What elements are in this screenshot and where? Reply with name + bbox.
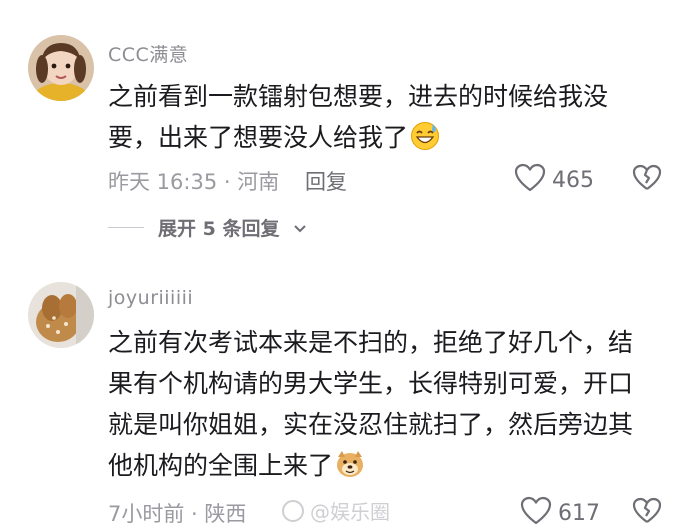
comment-text-line: 他机构的全围上来了 [108, 445, 668, 486]
expand-divider-line [108, 226, 144, 229]
broken-heart-icon [632, 497, 662, 529]
comment-meta: 7小时前 · 陕西 [108, 502, 247, 526]
avatar[interactable] [28, 35, 94, 101]
comment-text-line: 之前有次考试本来是不扫的，拒绝了好几个，结 [108, 328, 634, 357]
comment-text-line: 要，出来了想要没人给我了 [108, 117, 668, 158]
like-button[interactable]: 617 [520, 496, 600, 530]
watermark-logo-icon [282, 499, 304, 522]
expand-replies-button[interactable]: 展开 5 条回复 [108, 214, 307, 241]
comment-text: 之前有次考试本来是不扫的，拒绝了好几个，结 果有个机构请的男大学生，长得特别可爱… [108, 322, 668, 486]
sweat-smile-emoji [410, 121, 440, 151]
broken-heart-icon [632, 164, 662, 196]
chevron-down-icon [293, 217, 307, 239]
comment-text-segment: 要，出来了想要没人给我了 [108, 123, 409, 152]
comment-meta: 昨天 16:35 · 河南 [108, 170, 280, 194]
expand-replies-label: 展开 5 条回复 [158, 218, 280, 240]
like-count: 617 [558, 500, 600, 526]
avatar[interactable] [28, 282, 94, 348]
like-count: 465 [552, 167, 594, 193]
dislike-button[interactable] [632, 497, 662, 529]
heart-outline-icon [514, 163, 546, 197]
comment-text-line: 就是叫你姐姐，实在没忍住就扫了，然后旁边其 [108, 410, 634, 439]
like-button[interactable]: 465 [514, 163, 594, 197]
comment-text-segment: 他机构的全围上来了 [108, 451, 334, 480]
dislike-button[interactable] [632, 164, 662, 196]
watermark: @娱乐圈 [282, 496, 390, 525]
doge-emoji [335, 449, 365, 479]
watermark-text: @娱乐圈 [310, 500, 390, 524]
comment-text-line: 果有个机构请的男大学生，长得特别可爱，开口 [108, 369, 634, 398]
comment-text: 之前看到一款镭射包想要，进去的时候给我没 要，出来了想要没人给我了 [108, 76, 668, 158]
username[interactable]: CCC满意 [108, 40, 188, 67]
reply-button[interactable]: 回复 [305, 166, 347, 196]
comment-text-line: 之前看到一款镭射包想要，进去的时候给我没 [108, 82, 609, 111]
username[interactable]: joyuriiiiii [108, 287, 193, 309]
heart-outline-icon [520, 496, 552, 530]
